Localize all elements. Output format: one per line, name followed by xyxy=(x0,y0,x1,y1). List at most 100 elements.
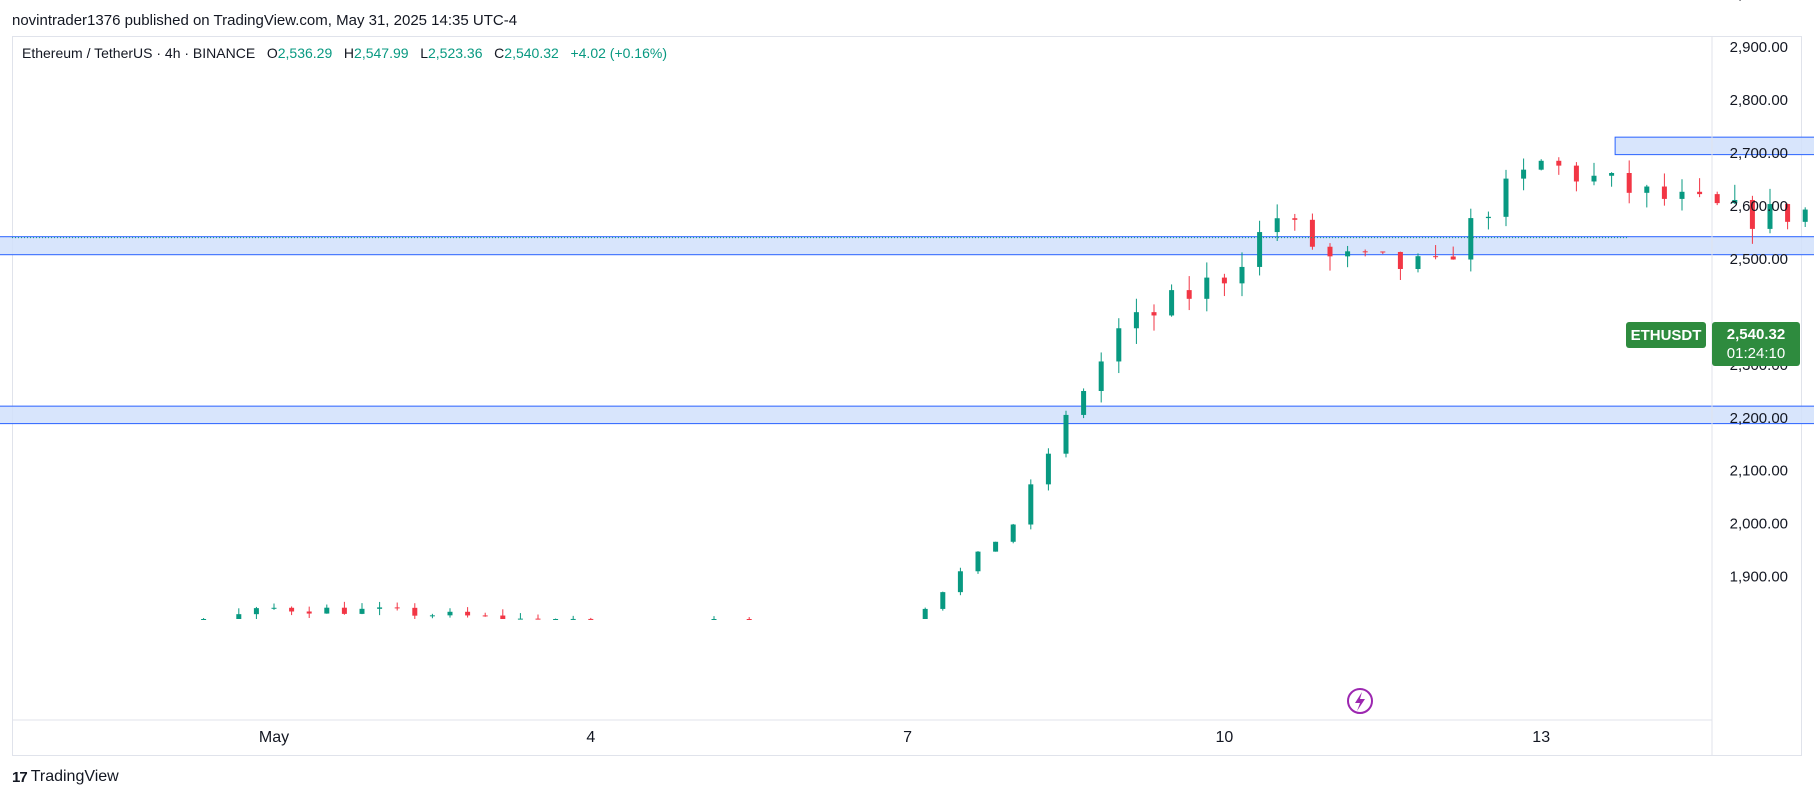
candle-body xyxy=(1380,251,1386,253)
candle-body xyxy=(289,607,295,612)
candle-body xyxy=(1063,414,1069,454)
candle-body xyxy=(535,618,541,620)
candle-body xyxy=(1626,173,1632,193)
candle-body xyxy=(500,615,506,619)
time-tick-label: 4 xyxy=(586,729,595,746)
candle-body xyxy=(1503,178,1509,217)
candle-body xyxy=(1644,186,1650,193)
candle-body xyxy=(1239,266,1245,284)
symbol-legend[interactable]: Ethereum / TetherUS · 4h · BINANCE O2,53… xyxy=(22,45,667,61)
tradingview-logo-mark: 17 xyxy=(12,768,28,786)
candle-body xyxy=(1010,524,1016,542)
price-tick-label: 3,000.00 xyxy=(1730,0,1788,3)
legend-high-label: H xyxy=(343,45,355,61)
candle-body xyxy=(1045,453,1051,485)
candle-body xyxy=(1169,290,1175,316)
tradingview-logo[interactable]: 17 TradingView xyxy=(12,768,119,786)
candle-body xyxy=(1714,194,1720,204)
time-tick-label: 7 xyxy=(903,729,912,746)
candle-body xyxy=(1802,209,1808,222)
symbol-badge-text: ETHUSDT xyxy=(1631,327,1702,344)
lightning-icon-glyph xyxy=(1355,692,1365,711)
candle-body xyxy=(1679,191,1685,199)
candle-body xyxy=(922,608,928,619)
candle-body xyxy=(1133,312,1139,329)
candle-body xyxy=(1609,173,1615,176)
candle-body xyxy=(711,619,717,620)
candle-body xyxy=(1433,256,1439,258)
candle-body xyxy=(482,615,488,617)
candle-body xyxy=(324,607,330,614)
candle-body xyxy=(975,551,981,572)
candle-body xyxy=(1415,256,1421,269)
candle-body xyxy=(1573,165,1579,182)
price-tick-label: 2,200.00 xyxy=(1730,410,1788,427)
candle-body xyxy=(957,571,963,593)
price-tick-label: 2,600.00 xyxy=(1730,198,1788,215)
candle-body xyxy=(447,611,453,616)
price-tick-label: 2,100.00 xyxy=(1730,463,1788,480)
candle-body xyxy=(1538,160,1544,170)
candle-body xyxy=(1450,256,1456,260)
candle-body xyxy=(201,619,207,620)
candle-body xyxy=(1309,219,1315,247)
candle-body xyxy=(1556,160,1562,166)
candle-body xyxy=(394,607,400,609)
candle-body xyxy=(746,619,752,620)
candle-body xyxy=(1591,175,1597,182)
candle-body xyxy=(1274,218,1280,233)
legend-change: +4.02 (+0.16%) xyxy=(570,45,667,61)
legend-symbol: Ethereum / TetherUS · 4h · BINANCE xyxy=(22,45,256,61)
candle-body xyxy=(465,611,471,616)
legend-open-value: 2,536.29 xyxy=(277,45,333,61)
price-tick-label: 2,900.00 xyxy=(1730,39,1788,56)
candle-body xyxy=(1292,218,1298,220)
candle-body xyxy=(517,618,523,620)
last-price-text: 2,540.32 xyxy=(1727,326,1785,343)
price-tick-label: 1,900.00 xyxy=(1730,569,1788,586)
candle-body xyxy=(377,607,383,609)
candle-body xyxy=(1661,186,1667,199)
candle-body xyxy=(1397,251,1403,269)
candle-body xyxy=(1521,169,1527,179)
candle-body xyxy=(412,607,418,616)
time-tick-label: 13 xyxy=(1532,729,1550,746)
legend-close-value: 2,540.32 xyxy=(504,45,559,61)
candle-body xyxy=(1362,251,1368,253)
candle-body xyxy=(1028,484,1034,525)
price-tick-label: 2,800.00 xyxy=(1730,92,1788,109)
candle-body xyxy=(1485,216,1491,219)
candle-body xyxy=(306,611,312,614)
candle-body xyxy=(993,541,999,552)
candle-body xyxy=(429,615,435,617)
candle-body xyxy=(1204,277,1210,299)
price-tick-label: 2,700.00 xyxy=(1730,145,1788,162)
price-chart[interactable]: 2713251123592233 1,900.002,000.002,100.0… xyxy=(0,0,1814,800)
candle-body xyxy=(359,608,365,614)
candle-body xyxy=(1697,191,1703,195)
support-resistance-zone[interactable] xyxy=(0,236,1814,256)
legend-close-label: C xyxy=(494,45,505,61)
candle-body xyxy=(1468,218,1474,260)
candle-body xyxy=(236,614,242,619)
candle-body xyxy=(1081,390,1087,415)
candle-body xyxy=(1116,328,1122,362)
candle-body xyxy=(553,619,559,620)
candle-body xyxy=(253,608,259,615)
time-tick-label: 10 xyxy=(1216,729,1234,746)
price-tick-label: 2,000.00 xyxy=(1730,516,1788,533)
candle-body xyxy=(1098,361,1104,391)
price-tick-label: 2,500.00 xyxy=(1730,251,1788,268)
candle-body xyxy=(570,618,576,620)
candle-body xyxy=(341,607,347,614)
bar-countdown-text: 01:24:10 xyxy=(1727,345,1785,362)
legend-open-label: O xyxy=(266,45,278,61)
support-resistance-zone[interactable] xyxy=(0,405,1814,425)
time-tick-label: May xyxy=(259,729,289,746)
candle-body xyxy=(271,607,277,609)
candle-body xyxy=(1327,246,1333,257)
legend-low-value: 2,523.36 xyxy=(428,45,483,61)
candle-body xyxy=(1186,290,1192,299)
legend-low-label: L xyxy=(420,45,428,61)
candle-body xyxy=(940,592,946,609)
